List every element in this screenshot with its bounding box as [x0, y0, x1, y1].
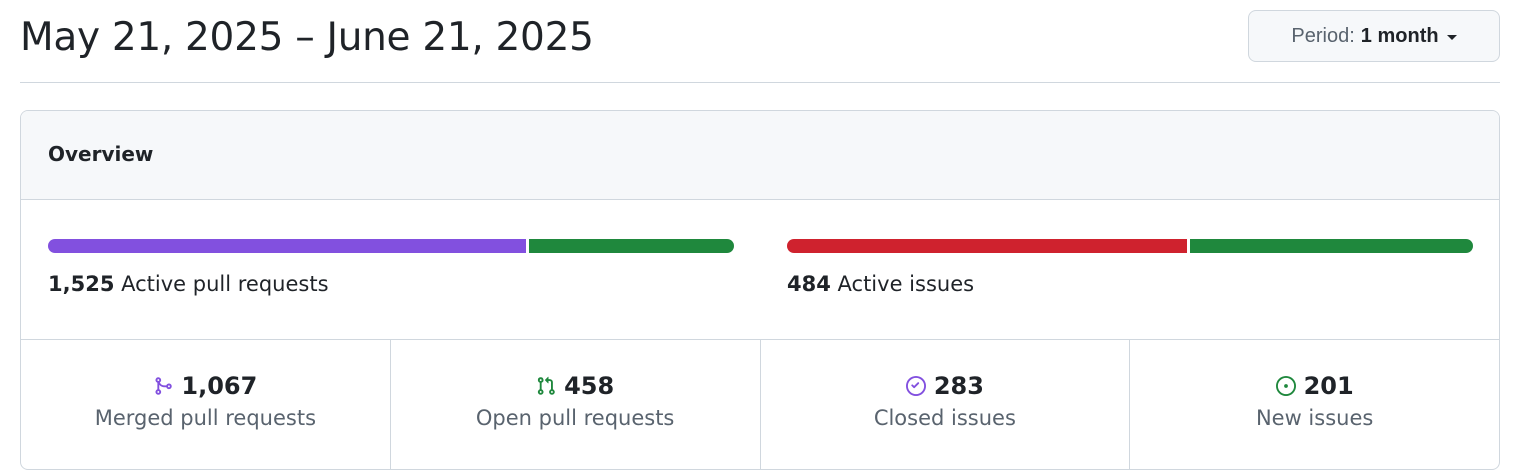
open-pull-requests-label: Open pull requests [475, 406, 675, 430]
git-merge-icon [155, 377, 173, 395]
merged-pull-requests-value: 1,067 [181, 372, 258, 400]
period-value: 1 month [1360, 24, 1439, 47]
merged-pull-requests-label: Merged pull requests [94, 406, 317, 430]
merged-pr-segment [48, 239, 526, 253]
closed-issues-label: Closed issues [873, 406, 1016, 430]
overview-box: Overview 1,525 Active pull requests 484 … [20, 110, 1500, 470]
open-pull-requests-value: 458 [564, 372, 615, 400]
stat-merged-pull-requests[interactable]: 1,067 Merged pull requests [21, 340, 391, 469]
stat-new-issues-link[interactable]: 201 [1130, 372, 1499, 400]
closed-issues-segment [787, 239, 1187, 253]
stat-open-pr-link[interactable]: 458 [391, 372, 760, 400]
stat-merged-link[interactable]: 1,067 [21, 372, 390, 400]
stat-closed-issues-link[interactable]: 283 [761, 372, 1130, 400]
stat-open-pull-requests[interactable]: 458 Open pull requests [391, 340, 761, 469]
stat-closed-issues[interactable]: 283 Closed issues [761, 340, 1131, 469]
active-issues-label: Active issues [837, 272, 975, 296]
overview-header: Overview [21, 111, 1499, 200]
pull-requests-bar[interactable] [48, 239, 734, 253]
new-issues-label: New issues [1255, 406, 1374, 430]
active-pull-requests-summary: 1,525 Active pull requests [48, 272, 329, 296]
open-pr-segment [529, 239, 734, 253]
closed-issues-value: 283 [933, 372, 984, 400]
stat-new-issues[interactable]: 201 New issues [1130, 340, 1499, 469]
new-issues-segment [1190, 239, 1473, 253]
active-pull-requests-label: Active pull requests [121, 272, 329, 296]
caret-down-icon [1446, 35, 1457, 40]
issue-opened-icon [1275, 376, 1296, 396]
page-title: May 21, 2025 – June 21, 2025 [20, 15, 594, 60]
active-issues-count: 484 [787, 272, 831, 296]
issues-bar[interactable] [787, 239, 1473, 253]
period-prefix: Period: [1291, 24, 1355, 47]
overview-stats: 1,067 Merged pull requests 458 Open pull… [21, 340, 1499, 469]
git-pull-request-icon [537, 376, 555, 395]
overview-title: Overview [48, 142, 154, 166]
active-pull-requests-count: 1,525 [48, 272, 115, 296]
issue-closed-icon [905, 376, 926, 396]
active-issues-summary: 484 Active issues [787, 272, 974, 296]
overview-summary: 1,525 Active pull requests 484 Active is… [21, 200, 1499, 340]
new-issues-value: 201 [1303, 372, 1354, 400]
page-header: May 21, 2025 – June 21, 2025 Period: 1 m… [20, 0, 1500, 83]
period-select-button[interactable]: Period: 1 month [1248, 10, 1500, 62]
